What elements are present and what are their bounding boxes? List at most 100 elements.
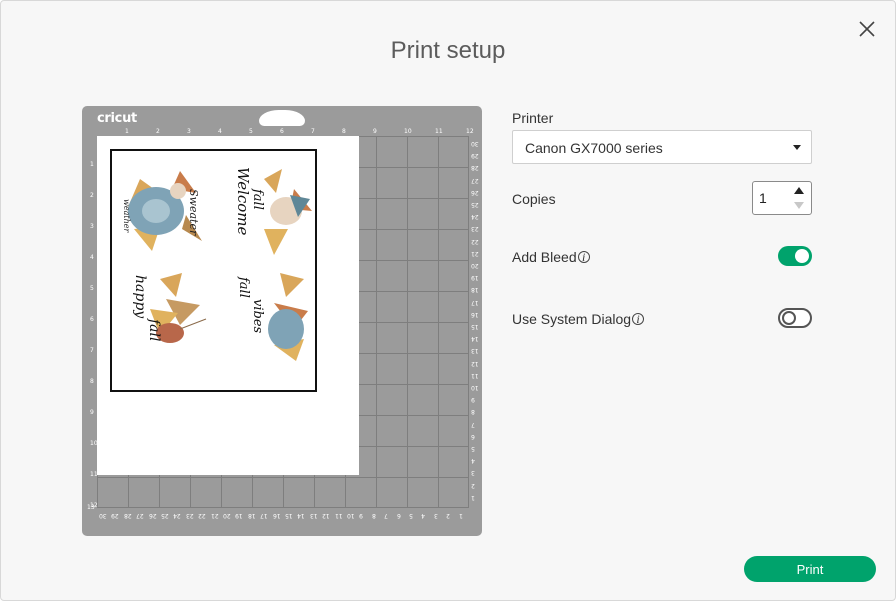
- ruler-tick-right: 18: [471, 286, 479, 294]
- ruler-tick-top: 3: [187, 128, 191, 135]
- ruler-tick-right: 25: [471, 201, 479, 208]
- ruler-tick-left: 5: [90, 285, 94, 292]
- toggle-knob: [782, 311, 796, 325]
- add-bleed-toggle[interactable]: [778, 246, 812, 266]
- ruler-tick-top: 12: [466, 128, 474, 135]
- printer-value: Canon GX7000 series: [525, 140, 663, 156]
- sticker-fall-vibes: fall vibes: [236, 273, 308, 361]
- ruler-tick-bottom: 28: [123, 512, 132, 519]
- ruler-tick-bottom: 5: [409, 512, 413, 519]
- ruler-tick-bottom: 20: [223, 512, 231, 519]
- ruler-tick-bottom: 16: [272, 512, 281, 519]
- ruler-tick-top: 5: [249, 128, 253, 135]
- ruler-tick-bottom: 14: [297, 512, 306, 519]
- svg-text:Sweater: Sweater: [187, 189, 200, 236]
- paper-sheet: Sweater weather Welcome fall happy fall …: [97, 136, 359, 475]
- ruler-tick-bottom: 6: [396, 512, 401, 519]
- print-setup-dialog: Print setup cricut 1 2 3 4 5 6 7 8 9 10 11 12 1 2 3 4 5 6…: [0, 0, 896, 601]
- ruler-tick-right: 17: [471, 298, 479, 306]
- ruler-tick-right: 14: [471, 335, 479, 343]
- sticker-welcome-fall: Welcome fall: [234, 167, 312, 255]
- ruler-tick-bottom: 27: [136, 512, 144, 519]
- ruler-tick-left: 7: [90, 347, 94, 354]
- ruler-tick-top: 9: [373, 128, 377, 135]
- svg-text:fall: fall: [236, 276, 251, 298]
- ruler-tick-right: 23: [471, 225, 479, 233]
- ruler-tick-right: 15: [471, 323, 479, 330]
- ruler-tick-bottom: 7: [384, 512, 389, 519]
- ruler-tick-bottom: 22: [198, 512, 206, 519]
- increment-arrow-icon[interactable]: [794, 187, 804, 194]
- ruler-tick-corner: 13: [87, 504, 95, 511]
- ruler-tick-bottom: 24: [173, 512, 182, 519]
- mat-preview: cricut 1 2 3 4 5 6 7 8 9 10 11 12 1 2 3 4 5 6 7 8 9 10 11 12 30 2…: [82, 106, 482, 536]
- ruler-tick-bottom: 10: [347, 512, 355, 519]
- print-button[interactable]: Print: [744, 556, 876, 582]
- info-icon[interactable]: i: [577, 251, 590, 263]
- print-then-cut-frame: Sweater weather Welcome fall happy fall …: [110, 149, 317, 392]
- ruler-tick-left: 1: [90, 161, 94, 168]
- ruler-tick-right: 10: [471, 384, 479, 391]
- ruler-tick-bottom: 19: [235, 512, 244, 519]
- ruler-tick-right: 29: [471, 152, 479, 160]
- ruler-tick-bottom: 18: [247, 512, 256, 519]
- info-icon[interactable]: i: [632, 313, 645, 325]
- ruler-tick-top: 10: [404, 128, 412, 135]
- ruler-tick-top: 1: [125, 128, 129, 135]
- ruler-tick-right: 30: [471, 140, 479, 147]
- ruler-tick-top: 6: [280, 128, 284, 135]
- printer-select[interactable]: Canon GX7000 series: [512, 130, 812, 164]
- chevron-down-icon: [793, 145, 801, 150]
- ruler-tick-bottom: 8: [371, 512, 376, 519]
- system-dialog-label: Use System Dialog i: [512, 311, 645, 327]
- ruler-tick-left: 3: [90, 223, 94, 230]
- ruler-tick-left: 8: [90, 378, 94, 385]
- ruler-tick-right: 16: [471, 310, 479, 318]
- ruler-tick-bottom: 13: [309, 512, 318, 519]
- close-icon[interactable]: [857, 19, 877, 39]
- ruler-tick-bottom: 30: [99, 512, 107, 519]
- ruler-tick-bottom: 26: [148, 512, 157, 519]
- svg-text:fall: fall: [146, 318, 162, 341]
- ruler-tick-left: 4: [90, 254, 94, 261]
- ruler-tick-bottom: 23: [185, 512, 194, 519]
- cricut-logo: cricut: [97, 111, 137, 126]
- ruler-tick-bottom: 4: [421, 512, 426, 519]
- copies-stepper[interactable]: [752, 181, 812, 215]
- ruler-tick-right: 26: [471, 188, 479, 196]
- svg-text:fall: fall: [250, 188, 265, 210]
- ruler-tick-bottom: 17: [260, 512, 268, 519]
- toggle-knob: [795, 249, 809, 263]
- sticker-sweater-weather: Sweater weather: [122, 171, 202, 251]
- ruler-tick-right: 9: [471, 396, 475, 404]
- ruler-tick-right: 1: [471, 493, 475, 501]
- svg-text:vibes: vibes: [250, 299, 265, 334]
- ruler-tick-right: 7: [471, 420, 475, 428]
- ruler-tick-right: 2: [471, 481, 475, 489]
- ruler-tick-top: 7: [311, 128, 315, 135]
- dialog-title: Print setup: [390, 37, 506, 64]
- ruler-tick-right: 3: [471, 469, 475, 477]
- ruler-tick-right: 19: [471, 274, 479, 282]
- add-bleed-text: Add Bleed: [512, 249, 577, 265]
- ruler-tick-bottom: 11: [334, 512, 343, 519]
- ruler-tick-right: 6: [471, 432, 475, 440]
- ruler-tick-top: 11: [435, 128, 443, 135]
- decrement-arrow-icon[interactable]: [794, 202, 804, 209]
- ruler-tick-right: 8: [471, 408, 475, 416]
- ruler-tick-top: 8: [342, 128, 346, 135]
- ruler-tick-right: 11: [471, 371, 479, 379]
- ruler-tick-right: 12: [471, 359, 479, 367]
- copies-input[interactable]: [759, 190, 789, 206]
- system-dialog-toggle[interactable]: [778, 308, 812, 328]
- ruler-tick-right: 28: [471, 164, 479, 172]
- ruler-tick-right: 13: [471, 347, 479, 355]
- svg-text:weather: weather: [122, 199, 131, 233]
- add-bleed-label: Add Bleed i: [512, 249, 590, 265]
- ruler-tick-left: 2: [90, 192, 94, 199]
- svg-text:happy: happy: [132, 275, 148, 319]
- ruler-tick-bottom: 21: [210, 512, 219, 519]
- ruler-tick-bottom: 2: [446, 512, 451, 519]
- ruler-tick-right: 21: [471, 249, 479, 257]
- ruler-tick-bottom: 15: [285, 512, 293, 519]
